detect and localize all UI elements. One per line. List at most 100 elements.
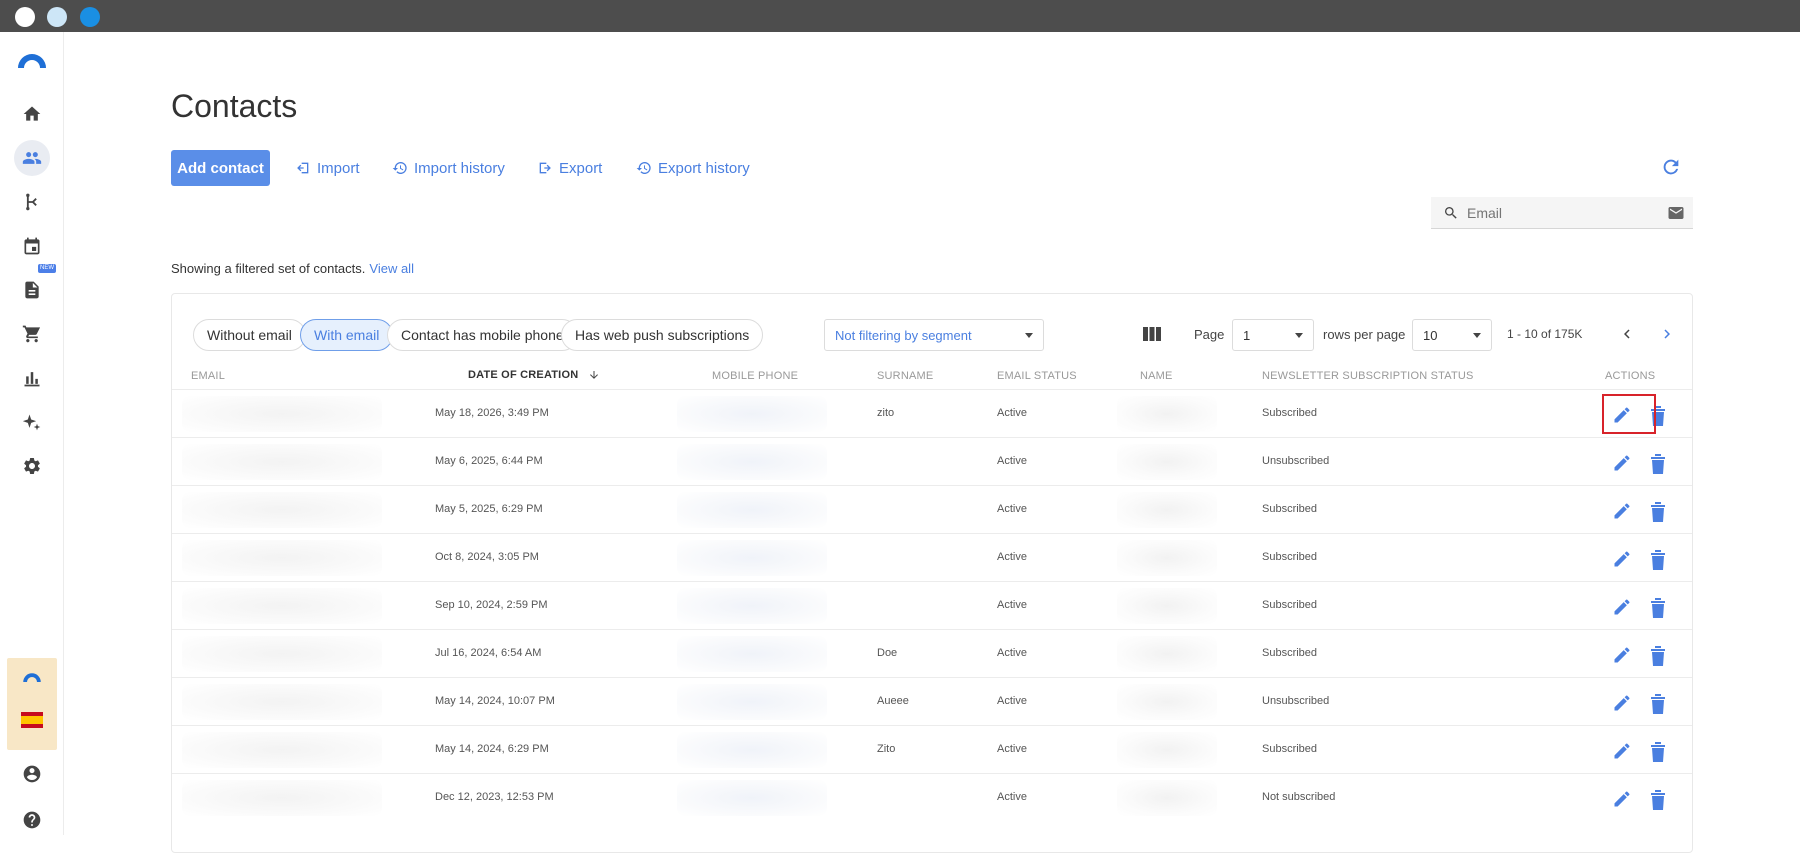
trash-icon[interactable] <box>1650 500 1666 522</box>
chip-with-email[interactable]: With email <box>300 319 394 351</box>
spain-flag-icon[interactable] <box>21 712 43 728</box>
sidebar-item-help[interactable] <box>14 802 50 838</box>
column-header-surname[interactable]: SURNAME <box>877 370 933 382</box>
columns-icon[interactable] <box>1142 325 1162 343</box>
chip-has-mobile-phone[interactable]: Contact has mobile phone <box>387 319 578 351</box>
column-header-date-label: DATE OF CREATION <box>468 369 579 381</box>
trash-icon[interactable] <box>1650 644 1666 666</box>
redacted-phone <box>677 588 827 624</box>
sidebar-item-calendar[interactable] <box>14 228 50 264</box>
new-badge: NEW <box>38 264 56 273</box>
table-row[interactable]: May 6, 2025, 6:44 PM Active Unsubscribed <box>172 437 1692 485</box>
table-row[interactable]: Oct 8, 2024, 3:05 PM Active Subscribed <box>172 533 1692 581</box>
table-row[interactable]: May 14, 2024, 10:07 PM Aueee Active Unsubsc… <box>172 677 1692 725</box>
table-row[interactable]: May 14, 2024, 6:29 PM Zito Active Subscribe… <box>172 725 1692 773</box>
cell-email-status: Active <box>997 743 1027 755</box>
table-row[interactable]: Sep 10, 2024, 2:59 PM Active Subscribed <box>172 581 1692 629</box>
chip-without-email[interactable]: Without email <box>193 319 306 351</box>
redacted-phone <box>677 492 827 528</box>
column-header-email[interactable]: EMAIL <box>191 370 225 382</box>
redacted-name <box>1117 636 1217 672</box>
edit-icon[interactable] <box>1612 501 1632 521</box>
add-contact-button[interactable]: Add contact <box>171 150 270 186</box>
email-search-input[interactable] <box>1467 204 1665 221</box>
edit-icon[interactable] <box>1612 453 1632 473</box>
cell-surname: Aueee <box>877 695 909 707</box>
page-title: Contacts <box>171 88 298 124</box>
edit-icon[interactable] <box>1612 741 1632 761</box>
help-icon <box>23 811 41 829</box>
edit-icon[interactable] <box>1612 789 1632 809</box>
trash-icon[interactable] <box>1650 596 1666 618</box>
trash-icon[interactable] <box>1650 692 1666 714</box>
segment-value: Not filtering by segment <box>835 327 972 343</box>
redacted-phone <box>677 732 827 768</box>
table-row[interactable]: Jul 16, 2024, 6:54 AM Doe Active Subscribed <box>172 629 1692 677</box>
cell-date: Oct 8, 2024, 3:05 PM <box>435 551 539 563</box>
trash-icon[interactable] <box>1650 788 1666 810</box>
chip-web-push[interactable]: Has web push subscriptions <box>561 319 764 351</box>
window-close-dot[interactable] <box>15 7 35 27</box>
cart-icon <box>22 325 41 343</box>
edit-icon[interactable] <box>1612 645 1632 665</box>
import-link[interactable]: Import <box>295 158 360 178</box>
sidebar-item-account[interactable] <box>14 756 50 792</box>
sidebar-item-flows[interactable] <box>14 184 50 220</box>
redacted-email <box>182 636 382 672</box>
export-link[interactable]: Export <box>537 158 602 178</box>
window-maximize-dot[interactable] <box>80 7 100 27</box>
table-row[interactable]: Dec 12, 2023, 12:53 PM Active Not subscrib… <box>172 773 1692 821</box>
edit-icon[interactable] <box>1612 597 1632 617</box>
redacted-name <box>1117 492 1217 528</box>
cell-newsletter-status: Subscribed <box>1262 503 1318 515</box>
sidebar-item-settings[interactable] <box>14 448 50 484</box>
trash-icon[interactable] <box>1650 452 1666 474</box>
contacts-table-card: Without email With email Contact has mob… <box>171 293 1693 853</box>
redacted-phone <box>677 396 827 432</box>
column-header-newsletter[interactable]: NEWSLETTER SUBSCRIPTION STATUS <box>1262 370 1474 382</box>
segment-select[interactable]: Not filtering by segment <box>824 319 1044 351</box>
cell-newsletter-status: Subscribed <box>1262 743 1318 755</box>
sidebar-item-home[interactable] <box>14 96 50 132</box>
trash-icon[interactable] <box>1650 740 1666 762</box>
column-header-date[interactable]: DATE OF CREATION <box>468 369 600 381</box>
export-history-label: Export history <box>658 159 750 177</box>
import-history-label: Import history <box>414 159 505 177</box>
document-icon <box>25 281 39 299</box>
next-page-icon[interactable] <box>1658 325 1676 343</box>
table-row[interactable]: May 5, 2025, 6:29 PM Active Subscribed <box>172 485 1692 533</box>
edit-icon[interactable] <box>1612 549 1632 569</box>
cell-email-status: Active <box>997 791 1027 803</box>
column-header-mobile-phone[interactable]: MOBILE PHONE <box>712 370 798 382</box>
refresh-icon[interactable] <box>1660 156 1682 178</box>
import-history-link[interactable]: Import history <box>392 158 505 178</box>
column-header-name[interactable]: NAME <box>1140 370 1173 382</box>
app-logo-icon[interactable] <box>16 50 48 70</box>
rows-per-page-label: rows per page <box>1323 327 1406 342</box>
export-history-link[interactable]: Export history <box>636 158 750 178</box>
home-icon <box>23 106 41 121</box>
previous-page-icon[interactable] <box>1618 325 1636 343</box>
sidebar-item-ai[interactable] <box>14 404 50 440</box>
redacted-email <box>182 588 382 624</box>
rows-per-page-select[interactable]: 10 <box>1412 319 1492 351</box>
cell-newsletter-status: Subscribed <box>1262 407 1318 419</box>
email-search[interactable] <box>1431 197 1693 229</box>
edit-highlight-box <box>1602 394 1656 434</box>
cell-email-status: Active <box>997 695 1027 707</box>
redacted-phone <box>677 780 827 816</box>
sidebar-item-contacts[interactable] <box>14 140 50 176</box>
sidebar-item-documents[interactable] <box>14 272 50 308</box>
view-all-link[interactable]: View all <box>369 261 414 276</box>
column-header-email-status[interactable]: EMAIL STATUS <box>997 370 1077 382</box>
sidebar-item-reports[interactable] <box>14 360 50 396</box>
page-select[interactable]: 1 <box>1232 319 1314 351</box>
table-row[interactable]: May 18, 2026, 3:49 PM zito Active Subscribe… <box>172 389 1692 437</box>
sidebar-item-shop[interactable] <box>14 316 50 352</box>
trash-icon[interactable] <box>1650 548 1666 570</box>
mail-icon <box>1668 206 1684 219</box>
flow-icon <box>26 193 37 211</box>
history-icon <box>392 162 407 174</box>
window-minimize-dot[interactable] <box>47 7 67 27</box>
edit-icon[interactable] <box>1612 693 1632 713</box>
